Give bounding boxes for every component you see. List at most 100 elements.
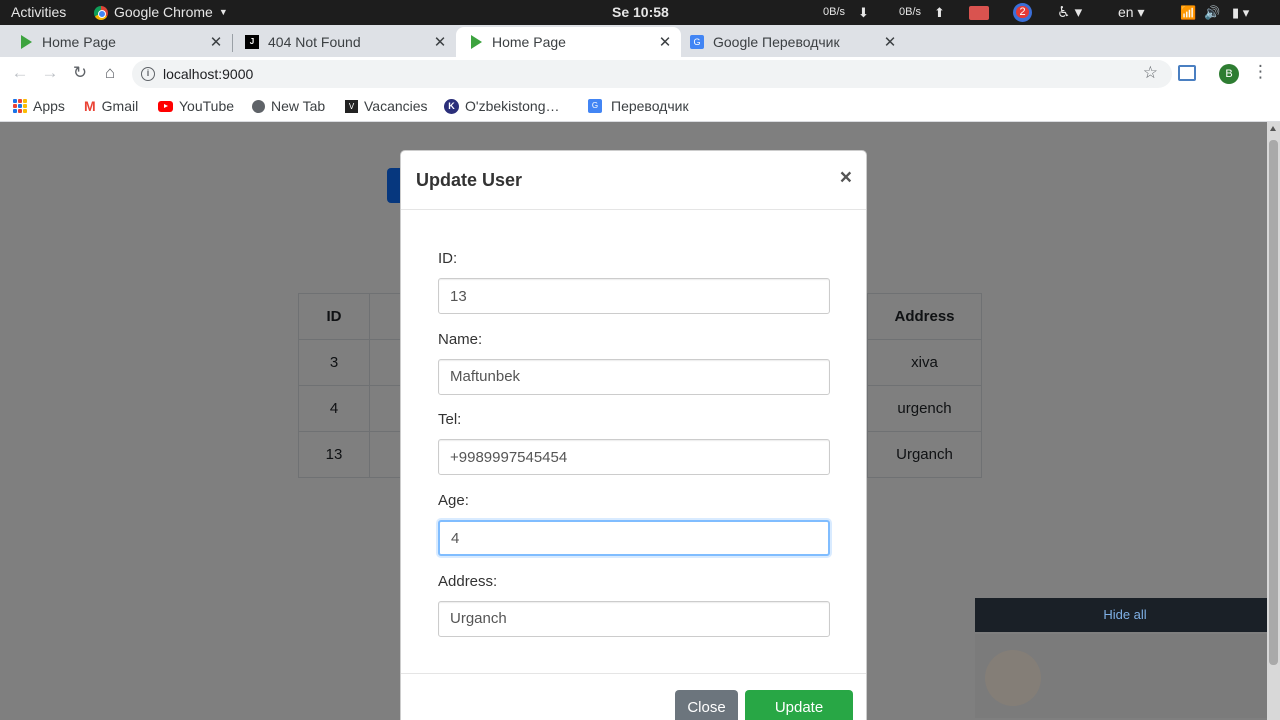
name-form-group: Name: [438, 331, 830, 412]
bookmark-label: O'zbekistong… [465, 98, 560, 114]
tel-label: Tel: [438, 411, 462, 429]
notification-count: 2 [1016, 6, 1029, 18]
extension-icon[interactable] [1178, 65, 1196, 81]
url-text: localhost:9000 [163, 66, 254, 82]
tab-strip: Home Page ✕ J 404 Not Found ✕ Home Page … [0, 25, 1280, 77]
bookmark-star-icon[interactable]: ☆ [1143, 63, 1158, 83]
update-user-form: ID: Name: Tel: Age: Address: [438, 250, 830, 653]
arrow-down-icon: ⬇ [858, 5, 869, 20]
page-scrollbar[interactable] [1267, 122, 1280, 720]
tab-google-translate[interactable]: G Google Переводчик ✕ [681, 27, 906, 57]
volume-icon[interactable]: 🔊 [1204, 0, 1220, 25]
close-tab-icon[interactable]: ✕ [206, 33, 226, 51]
bookmarks-bar: Apps M Gmail YouTube New Tab V Vacancies… [0, 91, 1280, 122]
menu-dots-icon[interactable]: ⋮ [1252, 62, 1269, 82]
bookmark-label: New Tab [271, 98, 326, 114]
address-bar[interactable]: i localhost:9000 ☆ [132, 60, 1172, 88]
home-icon[interactable]: ⌂ [99, 62, 121, 84]
id-form-group: ID: [438, 250, 830, 331]
scroll-thumb[interactable] [1269, 140, 1278, 665]
jetbrains-icon: J [244, 34, 260, 50]
tel-form-group: Tel: [438, 411, 830, 492]
close-button[interactable]: Close [675, 690, 738, 720]
info-icon[interactable]: i [141, 67, 155, 81]
bookmark-new-tab[interactable]: New Tab [252, 91, 325, 121]
modal-header: Update User × [401, 151, 866, 210]
notification-badge[interactable]: 2 [1013, 3, 1032, 22]
bookmark-label: YouTube [179, 98, 235, 114]
k-icon: K [444, 98, 459, 114]
net-up-indicator: 0B/s ⬆ [899, 0, 945, 25]
close-tab-icon[interactable]: ✕ [880, 33, 900, 51]
accessibility-icon[interactable]: ♿ ▾ [1057, 0, 1082, 25]
notification-card[interactable] [975, 634, 1267, 718]
forward-arrow-icon[interactable]: → [39, 62, 61, 84]
tab-home-page-active[interactable]: Home Page ✕ [456, 27, 681, 57]
tel-field[interactable] [438, 439, 830, 476]
app-menu[interactable]: Google Chrome ▼ [94, 0, 228, 25]
bookmark-youtube[interactable]: YouTube [158, 91, 234, 121]
name-label: Name: [438, 330, 483, 348]
update-user-button[interactable]: Update User [745, 690, 853, 720]
clock[interactable]: Se 10:58 [612, 0, 669, 25]
bookmark-ozbekistong[interactable]: K O'zbekistong… [444, 91, 560, 121]
address-field[interactable] [438, 600, 830, 637]
tab-title: Home Page [42, 34, 116, 50]
id-field[interactable] [438, 278, 830, 314]
back-arrow-icon[interactable]: ← [9, 62, 31, 84]
bookmark-vacancies[interactable]: V Vacancies [345, 91, 428, 121]
browser-toolbar: ← → ↻ ⌂ i localhost:9000 ☆ B ⋮ [0, 57, 1280, 91]
close-icon[interactable]: × [840, 166, 852, 190]
tab-title: Google Переводчик [713, 34, 840, 50]
system-top-bar: Activities Google Chrome ▼ Se 10:58 0B/s… [0, 0, 1280, 25]
globe-icon [252, 99, 265, 113]
scroll-up-arrow-icon[interactable] [1270, 126, 1276, 131]
name-field[interactable] [438, 358, 830, 395]
chrome-icon [94, 5, 108, 20]
bookmark-label: Vacancies [364, 98, 428, 114]
bookmark-label: Переводчик [611, 98, 689, 114]
app-name: Google Chrome [114, 4, 213, 20]
tab-home-page-1[interactable]: Home Page ✕ [0, 27, 232, 57]
chevron-down-icon: ▼ [218, 7, 228, 17]
close-tab-icon[interactable]: ✕ [430, 33, 450, 51]
update-user-modal: Update User × ID: Name: Tel: Age: Addres… [400, 150, 867, 720]
play-icon [18, 34, 34, 50]
notification-stack: Hide all [975, 598, 1267, 718]
language-indicator[interactable]: en ▾ [1118, 0, 1145, 25]
apps-grid-icon [13, 99, 27, 113]
bookmark-apps[interactable]: Apps [13, 91, 65, 121]
net-up-value: 0B/s [899, 6, 922, 18]
google-translate-icon: G [689, 34, 705, 50]
address-label: Address: [438, 572, 498, 590]
net-down-indicator: 0B/s ⬇ [823, 0, 869, 25]
tab-title: 404 Not Found [268, 34, 361, 50]
net-down-value: 0B/s [823, 6, 846, 18]
bookmark-label: Gmail [101, 98, 139, 114]
gmail-icon: M [84, 98, 96, 114]
reload-icon[interactable]: ↻ [69, 62, 91, 84]
tab-title: Home Page [492, 34, 566, 50]
bookmark-translate[interactable]: G Переводчик [588, 91, 689, 121]
avatar [985, 650, 1041, 706]
language-label: en [1118, 4, 1134, 20]
page-content: ID Address 3 xiva 4 urgench 13 Urganch [0, 122, 1267, 720]
address-form-group: Address: [438, 573, 830, 654]
age-form-group: Age: [438, 492, 830, 573]
modal-title: Update User [416, 170, 523, 190]
battery-icon[interactable]: ▮ ▾ [1232, 0, 1249, 25]
bookmark-gmail[interactable]: M Gmail [84, 91, 138, 121]
profile-avatar[interactable]: B [1219, 64, 1239, 84]
id-label: ID: [438, 250, 458, 267]
bookmark-label: Apps [33, 98, 65, 114]
activities-button[interactable]: Activities [11, 0, 66, 25]
age-label: Age: [438, 492, 469, 510]
arrow-up-icon: ⬆ [934, 5, 945, 20]
close-tab-icon[interactable]: ✕ [655, 33, 675, 51]
wifi-icon[interactable]: 📶 [1180, 0, 1196, 25]
tab-404-not-found[interactable]: J 404 Not Found ✕ [226, 27, 456, 57]
modal-footer: Close Update User [401, 673, 866, 720]
age-field[interactable] [438, 520, 830, 557]
screen-record-icon[interactable] [969, 6, 989, 20]
hide-all-button[interactable]: Hide all [975, 598, 1267, 632]
